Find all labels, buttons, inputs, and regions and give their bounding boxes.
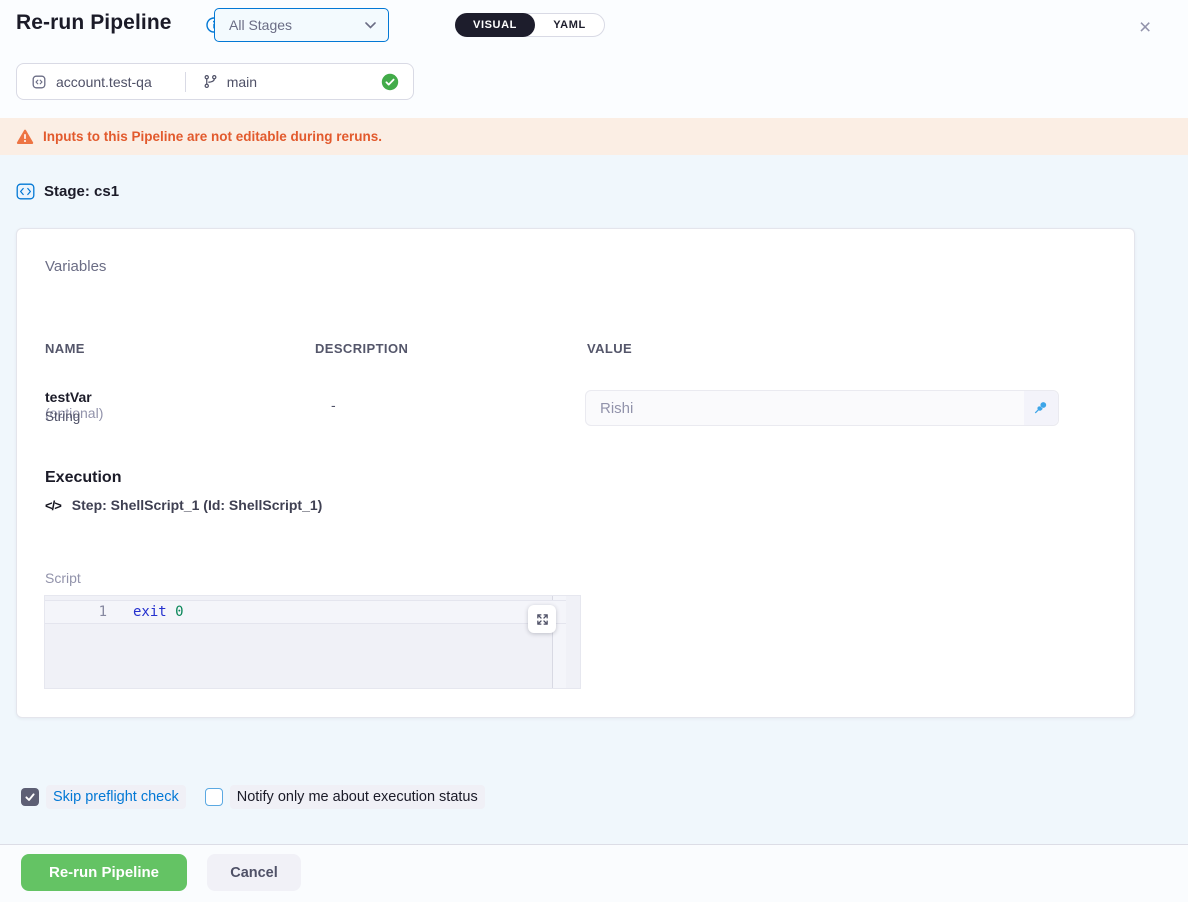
variable-type: String bbox=[45, 409, 80, 424]
column-header-name: NAME bbox=[45, 341, 85, 356]
variable-description: - bbox=[331, 397, 336, 413]
code-keyword: exit bbox=[133, 604, 167, 620]
modal-footer: Re-run Pipeline Cancel bbox=[0, 844, 1188, 902]
stage-selector-dropdown[interactable]: All Stages bbox=[214, 8, 389, 42]
notify-me-option[interactable]: Notify only me about execution status bbox=[205, 785, 485, 809]
script-code-editor[interactable]: 1 exit 0 bbox=[44, 595, 581, 689]
rerun-pipeline-button[interactable]: Re-run Pipeline bbox=[21, 854, 187, 891]
page-title: Re-run Pipeline bbox=[16, 11, 172, 35]
skip-preflight-checkbox[interactable] bbox=[21, 788, 39, 806]
execution-options: Skip preflight check Notify only me abou… bbox=[21, 785, 485, 809]
check-icon bbox=[24, 791, 36, 803]
warning-triangle-icon bbox=[16, 129, 34, 145]
variable-value-input[interactable] bbox=[586, 391, 1024, 425]
repository-icon bbox=[31, 74, 47, 90]
expand-editor-button[interactable] bbox=[528, 605, 556, 633]
code-text: exit 0 bbox=[133, 604, 184, 620]
tab-visual[interactable]: VISUAL bbox=[455, 13, 535, 37]
close-icon[interactable]: × bbox=[1139, 17, 1151, 38]
execution-section-title: Execution bbox=[45, 469, 121, 487]
branch-name[interactable]: main bbox=[227, 74, 257, 90]
step-heading: </> Step: ShellScript_1 (Id: ShellScript… bbox=[45, 497, 322, 513]
warning-banner: Inputs to this Pipeline are not editable… bbox=[0, 118, 1188, 155]
expand-icon bbox=[536, 613, 549, 626]
skip-preflight-label[interactable]: Skip preflight check bbox=[46, 785, 186, 809]
git-branch-icon bbox=[203, 74, 218, 89]
variables-section-title: Variables bbox=[45, 258, 106, 275]
step-title: Step: ShellScript_1 (Id: ShellScript_1) bbox=[72, 497, 323, 513]
stage-title: Stage: cs1 bbox=[44, 183, 119, 200]
pin-icon bbox=[1033, 400, 1049, 416]
pin-button[interactable] bbox=[1024, 391, 1058, 425]
skip-preflight-option[interactable]: Skip preflight check bbox=[21, 785, 186, 809]
chevron-down-icon bbox=[365, 22, 376, 29]
divider bbox=[185, 72, 186, 92]
stage-form-card: Variables NAME DESCRIPTION VALUE testVar… bbox=[16, 228, 1135, 718]
stage-heading: Stage: cs1 bbox=[16, 182, 119, 201]
stage-selector-value: All Stages bbox=[229, 17, 365, 33]
notify-me-label[interactable]: Notify only me about execution status bbox=[230, 785, 485, 809]
code-step-icon: </> bbox=[45, 498, 61, 513]
warning-text: Inputs to this Pipeline are not editable… bbox=[43, 129, 382, 144]
repository-name[interactable]: account.test-qa bbox=[56, 74, 152, 90]
modal-header: Re-run Pipeline All Stages VISUAL YAML ×… bbox=[0, 0, 1188, 118]
tab-yaml[interactable]: YAML bbox=[535, 19, 604, 31]
pipeline-context-bar: account.test-qa main bbox=[16, 63, 414, 100]
custom-stage-icon bbox=[16, 182, 35, 201]
code-line: 1 exit 0 bbox=[45, 600, 566, 624]
script-field-label: Script bbox=[45, 570, 81, 586]
variable-value-field-wrap bbox=[585, 390, 1059, 426]
line-number: 1 bbox=[45, 604, 107, 620]
column-header-value: VALUE bbox=[587, 341, 632, 356]
visual-yaml-toggle: VISUAL YAML bbox=[455, 13, 605, 37]
code-argument: 0 bbox=[175, 604, 183, 620]
success-check-icon bbox=[381, 73, 399, 91]
cancel-button[interactable]: Cancel bbox=[207, 854, 301, 891]
column-header-description: DESCRIPTION bbox=[315, 341, 408, 356]
variable-name: testVar bbox=[45, 389, 92, 405]
notify-me-checkbox[interactable] bbox=[205, 788, 223, 806]
